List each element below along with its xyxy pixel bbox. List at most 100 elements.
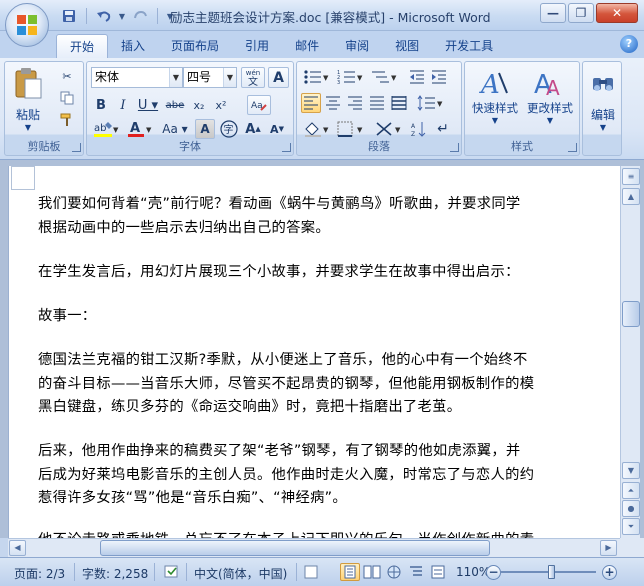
horizontal-scroll-thumb[interactable] <box>100 540 490 556</box>
font-group-label: 字体 <box>179 140 201 153</box>
horizontal-scrollbar[interactable]: ◀ ▶ <box>8 538 620 557</box>
enclose-characters-button[interactable]: 字 <box>219 119 239 139</box>
increase-indent-button[interactable] <box>429 67 449 87</box>
clear-formatting-button[interactable]: Aa <box>247 95 271 115</box>
window-controls: — ❐ ✕ <box>540 3 638 23</box>
shrink-font-button[interactable]: A ▼ <box>267 119 287 139</box>
tab-insert[interactable]: 插入 <box>108 34 158 58</box>
clipboard-dialog-launcher[interactable] <box>72 143 81 152</box>
tab-developer[interactable]: 开发工具 <box>432 34 506 58</box>
bold-button[interactable]: B <box>91 95 111 115</box>
styles-dialog-launcher[interactable] <box>568 143 577 152</box>
draft-view-button[interactable] <box>428 563 448 581</box>
align-right-button[interactable] <box>345 93 365 113</box>
outline-view-button[interactable] <box>406 563 426 581</box>
save-icon[interactable] <box>58 6 80 26</box>
tab-view[interactable]: 视图 <box>382 34 432 58</box>
multilevel-list-button[interactable]: ▼ <box>369 67 401 87</box>
ruler-toggle-icon[interactable]: ≡ <box>622 168 640 185</box>
tab-page-layout[interactable]: 页面布局 <box>158 34 232 58</box>
svg-text:▼: ▼ <box>357 74 363 82</box>
office-button[interactable] <box>5 3 49 47</box>
grow-font-button[interactable]: A ▲ <box>243 119 263 139</box>
tab-mailings[interactable]: 邮件 <box>282 34 332 58</box>
paragraph-dialog-launcher[interactable] <box>450 143 459 152</box>
vertical-scroll-thumb[interactable] <box>622 301 640 327</box>
subscript-button[interactable]: x₂ <box>189 95 209 115</box>
svg-text:▼: ▼ <box>357 126 363 134</box>
insert-mode-icon[interactable] <box>304 565 318 582</box>
asian-layout-button[interactable]: ▼ <box>373 119 405 139</box>
word-count[interactable]: 字数: 2,258 <box>82 565 148 582</box>
font-dialog-launcher[interactable] <box>282 143 291 152</box>
quick-styles-button[interactable]: A 快速样式 ▼ <box>469 66 521 125</box>
character-shading-button[interactable]: A <box>195 119 215 139</box>
restore-icon[interactable]: ❐ <box>568 3 594 23</box>
editing-button[interactable]: 编辑 ▼ <box>585 66 621 132</box>
show-hide-marks-button[interactable]: ↵ <box>433 119 453 139</box>
align-center-button[interactable] <box>323 93 343 113</box>
strikethrough-button[interactable]: abe <box>163 95 187 115</box>
web-layout-view-button[interactable] <box>384 563 404 581</box>
font-color-button[interactable]: A ▼ <box>125 119 155 139</box>
highlight-color-button[interactable]: ab ▼ <box>91 119 121 139</box>
page-count[interactable]: 页面: 2/3 <box>14 565 65 582</box>
paste-dropdown-icon[interactable]: ▼ <box>25 123 31 132</box>
document-page[interactable]: 我们要如何背着“壳”前行呢？看动画《蜗牛与黄鹂鸟》听歌曲，并要求同学 根据动画中… <box>8 166 620 540</box>
font-size-dropdown-icon[interactable]: ▼ <box>223 68 236 87</box>
paste-label: 粘贴 <box>15 108 40 122</box>
change-case-button[interactable]: Aa ▾ <box>159 119 191 139</box>
scroll-up-icon[interactable]: ▲ <box>622 188 640 205</box>
scroll-down-icon[interactable]: ▼ <box>622 462 640 479</box>
zoom-slider-thumb[interactable] <box>548 565 555 579</box>
vertical-scrollbar[interactable]: ≡ ▲ ▼ ⏶ ● ⏷ <box>620 166 640 538</box>
character-border-button[interactable]: A <box>268 67 289 88</box>
decrease-indent-button[interactable] <box>407 67 427 87</box>
numbering-button[interactable]: 1 2 3 ▼ <box>335 67 367 87</box>
status-bar: 页面: 2/3 字数: 2,258 中文(简体，中国) 110% − + <box>0 557 644 586</box>
paste-button[interactable]: 粘贴 ▼ <box>11 66 45 132</box>
print-layout-view-button[interactable] <box>340 563 360 581</box>
font-name-combo[interactable]: 宋体 ▼ <box>91 67 183 88</box>
sort-button[interactable]: AZ <box>409 119 429 139</box>
cut-icon[interactable]: ✂ <box>57 66 77 86</box>
help-icon[interactable]: ? <box>620 35 638 53</box>
redo-icon[interactable] <box>129 6 151 26</box>
underline-button[interactable]: U ▾ <box>135 95 161 115</box>
font-size-combo[interactable]: 四号 ▼ <box>183 67 237 88</box>
tab-references[interactable]: 引用 <box>232 34 282 58</box>
tab-home[interactable]: 开始 <box>56 34 109 58</box>
scroll-left-icon[interactable]: ◀ <box>9 540 26 556</box>
scrollbar-corner <box>620 538 644 557</box>
phonetic-guide-button[interactable]: wén 文 <box>241 67 265 88</box>
change-styles-button[interactable]: AA 更改样式 ▼ <box>523 66 577 125</box>
distributed-button[interactable] <box>389 93 409 113</box>
minimize-icon[interactable]: — <box>540 3 566 23</box>
previous-page-icon[interactable]: ⏶ <box>622 482 640 499</box>
zoom-out-icon[interactable]: − <box>486 565 501 580</box>
close-icon[interactable]: ✕ <box>596 3 638 23</box>
doc-line: 故事一： <box>38 308 97 324</box>
line-spacing-button[interactable]: ▼ <box>415 93 447 113</box>
shading-button[interactable]: ▼ <box>301 119 333 139</box>
align-left-button[interactable] <box>301 93 321 113</box>
copy-icon[interactable] <box>57 88 77 108</box>
format-painter-icon[interactable] <box>57 110 77 130</box>
undo-icon[interactable] <box>93 6 115 26</box>
undo-dropdown-icon[interactable]: ▼ <box>117 6 127 26</box>
zoom-in-icon[interactable]: + <box>602 565 617 580</box>
scroll-right-icon[interactable]: ▶ <box>600 540 617 556</box>
superscript-button[interactable]: x² <box>211 95 231 115</box>
svg-text:▼: ▼ <box>146 126 152 134</box>
justify-button[interactable] <box>367 93 387 113</box>
select-browse-object-icon[interactable]: ● <box>622 500 640 517</box>
font-name-dropdown-icon[interactable]: ▼ <box>169 68 182 87</box>
language-status[interactable]: 中文(简体，中国) <box>194 565 287 582</box>
italic-button[interactable]: I <box>113 95 133 115</box>
spelling-status-icon[interactable] <box>164 565 180 582</box>
full-screen-reading-view-button[interactable] <box>362 563 382 581</box>
bullets-button[interactable]: ▼ <box>301 67 333 87</box>
next-page-icon[interactable]: ⏷ <box>622 518 640 535</box>
borders-button[interactable]: ▼ <box>335 119 367 139</box>
tab-review[interactable]: 审阅 <box>332 34 382 58</box>
